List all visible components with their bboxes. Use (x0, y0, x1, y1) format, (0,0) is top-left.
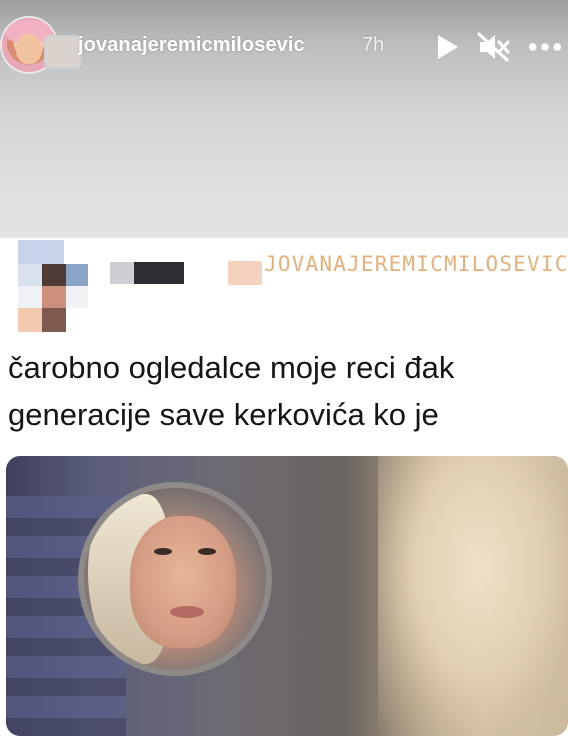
mirror-reflection-image (78, 482, 272, 676)
post-text: čarobno ogledalce moje reci đak generaci… (8, 344, 560, 438)
post-video-frame[interactable] (6, 456, 568, 736)
blurred-display-name (110, 262, 184, 284)
blurred-hair-foreground (378, 456, 568, 736)
avatar-badge (44, 35, 82, 69)
story-timestamp: 7h (362, 34, 385, 56)
pixelated-avatar (18, 240, 92, 332)
reflection-eye (198, 548, 216, 555)
mute-icon[interactable] (477, 30, 511, 64)
post-text-line: generacije save kerkovića ko je (8, 397, 439, 432)
watermark-username: JOVANAJEREMICMILOSEVIC (264, 252, 568, 276)
reflection-lips (170, 606, 204, 618)
watermark-avatar (228, 261, 262, 285)
post-text-line: čarobno ogledalce moje reci đak (8, 350, 455, 385)
reflection-eye (154, 548, 172, 555)
more-icon[interactable] (528, 30, 562, 64)
reflection-face (130, 516, 236, 648)
story-username[interactable]: jovanajeremicmilosevic (78, 34, 305, 57)
play-icon[interactable] (430, 30, 464, 64)
story-header: jovanajeremicmilosevic 7h (0, 0, 568, 238)
avatar-face (16, 34, 42, 64)
